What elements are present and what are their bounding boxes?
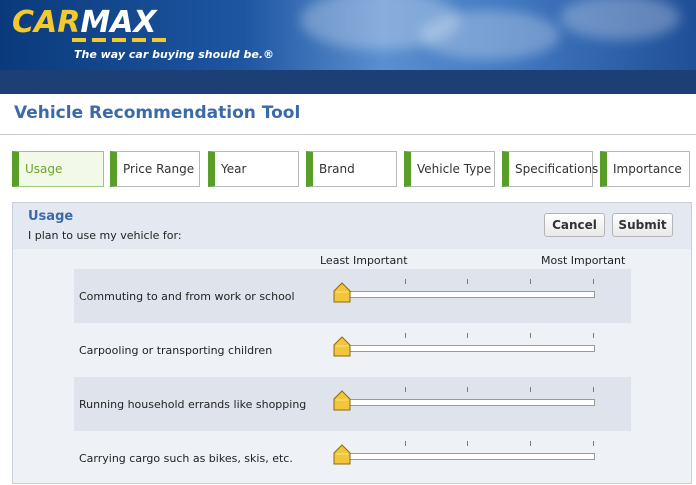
- tagline: The way car buying should be.®: [74, 48, 275, 61]
- carmax-logo[interactable]: CARMAX: [12, 5, 157, 40]
- step-tabs: Usage Price Range Year Brand Vehicle Typ…: [12, 151, 692, 187]
- submit-button[interactable]: Submit: [612, 213, 673, 237]
- tab-brand[interactable]: Brand: [306, 151, 397, 187]
- row-label: Commuting to and from work or school: [79, 290, 295, 303]
- usage-row-errands: Running household errands like shopping: [74, 377, 631, 431]
- logo-car-text: CAR: [12, 5, 81, 40]
- scale-least-label: Least Important: [320, 254, 408, 267]
- usage-row-cargo: Carrying cargo such as bikes, skis, etc.: [74, 431, 631, 485]
- slider-track[interactable]: [344, 345, 595, 352]
- logo-dashes: [72, 38, 172, 42]
- tab-importance[interactable]: Importance: [600, 151, 690, 187]
- slider-tick: [405, 279, 406, 284]
- tab-specifications[interactable]: Specifications: [502, 151, 598, 187]
- slider-tick: [593, 279, 594, 284]
- logo-max-text: MAX: [80, 5, 157, 40]
- slider-tick: [467, 387, 468, 392]
- tab-label: Specifications: [515, 162, 599, 176]
- page-title: Vehicle Recommendation Tool: [14, 103, 301, 123]
- usage-panel: Usage I plan to use my vehicle for: Canc…: [12, 202, 692, 484]
- slider-tick: [530, 279, 531, 284]
- slider-tick: [593, 387, 594, 392]
- tab-vehicle-type[interactable]: Vehicle Type: [404, 151, 495, 187]
- panel-subtitle: I plan to use my vehicle for:: [28, 229, 182, 242]
- scale-most-label: Most Important: [541, 254, 626, 267]
- tab-year[interactable]: Year: [208, 151, 299, 187]
- row-label: Carpooling or transporting children: [79, 344, 273, 357]
- tab-label: Importance: [613, 162, 682, 176]
- slider-track[interactable]: [344, 291, 595, 298]
- slider-tick: [593, 333, 594, 338]
- slider-tick: [467, 441, 468, 446]
- usage-row-commuting: Commuting to and from work or school: [74, 269, 631, 323]
- tab-usage[interactable]: Usage: [12, 151, 104, 187]
- site-header: CARMAX The way car buying should be.®: [0, 0, 696, 70]
- row-label: Running household errands like shopping: [79, 398, 307, 411]
- tab-label: Usage: [25, 162, 63, 176]
- header-cloud: [560, 0, 680, 40]
- tab-label: Year: [221, 162, 247, 176]
- slider-tick: [530, 387, 531, 392]
- slider-tick: [593, 441, 594, 446]
- row-label: Carrying cargo such as bikes, skis, etc.: [79, 452, 293, 465]
- slider-tick: [530, 333, 531, 338]
- slider-track[interactable]: [344, 453, 595, 460]
- slider-tick: [467, 279, 468, 284]
- slider-handle-icon[interactable]: [332, 444, 352, 466]
- slider-tick: [530, 441, 531, 446]
- slider-handle-icon[interactable]: [332, 336, 352, 358]
- slider-tick: [467, 333, 468, 338]
- slider-tick: [405, 333, 406, 338]
- slider-tick: [405, 441, 406, 446]
- panel-title: Usage: [28, 209, 74, 224]
- usage-row-carpooling: Carpooling or transporting children: [74, 323, 631, 377]
- header-bar: [0, 70, 696, 94]
- title-divider: [0, 134, 696, 135]
- header-cloud: [420, 10, 560, 60]
- tab-label: Brand: [319, 162, 355, 176]
- slider-track[interactable]: [344, 399, 595, 406]
- slider-handle-icon[interactable]: [332, 390, 352, 412]
- tab-price-range[interactable]: Price Range: [110, 151, 200, 187]
- tab-label: Price Range: [123, 162, 195, 176]
- panel-header: Usage I plan to use my vehicle for: Canc…: [13, 203, 691, 249]
- tab-label: Vehicle Type: [417, 162, 492, 176]
- slider-handle-icon[interactable]: [332, 282, 352, 304]
- cancel-button[interactable]: Cancel: [544, 213, 605, 237]
- slider-tick: [405, 387, 406, 392]
